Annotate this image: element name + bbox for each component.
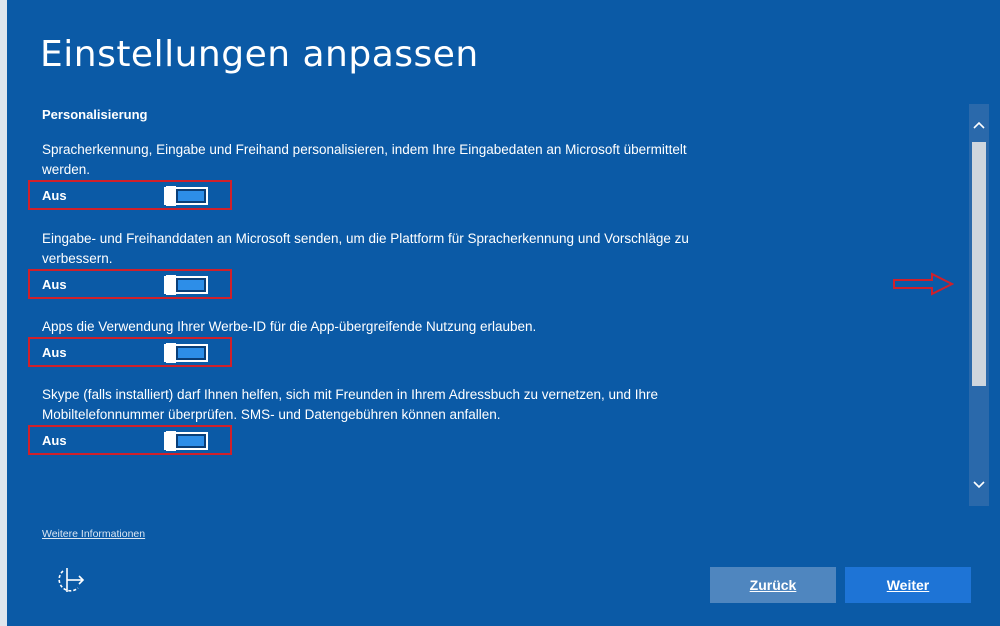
toggle-row-speech-personalization: Aus (28, 180, 232, 210)
toggle-fill (178, 436, 204, 446)
toggle-knob (166, 431, 176, 451)
setting-description: Skype (falls installiert) darf Ihnen hel… (42, 387, 659, 422)
toggle-state-label: Aus (42, 345, 67, 360)
arrow-right-icon (893, 272, 954, 296)
setting-description: Eingabe- und Freihanddaten an Microsoft … (42, 231, 689, 266)
setting-description: Spracherkennung, Eingabe und Freihand pe… (42, 142, 687, 177)
toggle-knob (166, 343, 176, 363)
next-button[interactable]: Weiter (845, 567, 971, 603)
toggle-row-skype-contacts: Aus (28, 425, 232, 455)
toggle-fill (178, 348, 204, 358)
setting-skype-contacts: Skype (falls installiert) darf Ihnen hel… (28, 385, 742, 455)
toggle-fill (178, 280, 204, 290)
scrollbar-thumb[interactable] (972, 142, 986, 386)
toggle-knob (166, 275, 176, 295)
vertical-scrollbar[interactable] (969, 104, 989, 506)
back-button[interactable]: Zurück (710, 567, 836, 603)
toggle-switch-advertising-id[interactable] (164, 343, 208, 363)
toggle-state-label: Aus (42, 433, 67, 448)
section-heading: Personalisierung (42, 107, 148, 122)
toggle-knob (166, 186, 176, 206)
setting-speech-personalization: Spracherkennung, Eingabe und Freihand pe… (28, 140, 742, 210)
setting-send-input-data: Eingabe- und Freihanddaten an Microsoft … (28, 229, 742, 299)
toggle-switch-skype-contacts[interactable] (164, 431, 208, 451)
toggle-fill (178, 191, 204, 201)
chevron-up-icon[interactable] (969, 114, 989, 134)
more-info-link-text: Weitere Informationen (42, 528, 146, 540)
chevron-down-icon[interactable] (969, 474, 989, 494)
setting-advertising-id: Apps die Verwendung Ihrer Werbe-ID für d… (28, 317, 742, 367)
toggle-switch-speech-personalization[interactable] (164, 186, 208, 206)
page-title: Einstellungen anpassen (40, 34, 479, 75)
toggle-state-label: Aus (42, 277, 67, 292)
ease-of-access-icon[interactable] (53, 566, 87, 596)
more-info-link[interactable]: Weitere Informationen (42, 528, 145, 540)
toggle-row-send-input-data: Aus (28, 269, 232, 299)
toggle-state-label: Aus (42, 188, 67, 203)
window-frame (0, 0, 1000, 626)
setting-description: Apps die Verwendung Ihrer Werbe-ID für d… (42, 319, 537, 334)
toggle-switch-send-input-data[interactable] (164, 275, 208, 295)
toggle-row-advertising-id: Aus (28, 337, 232, 367)
